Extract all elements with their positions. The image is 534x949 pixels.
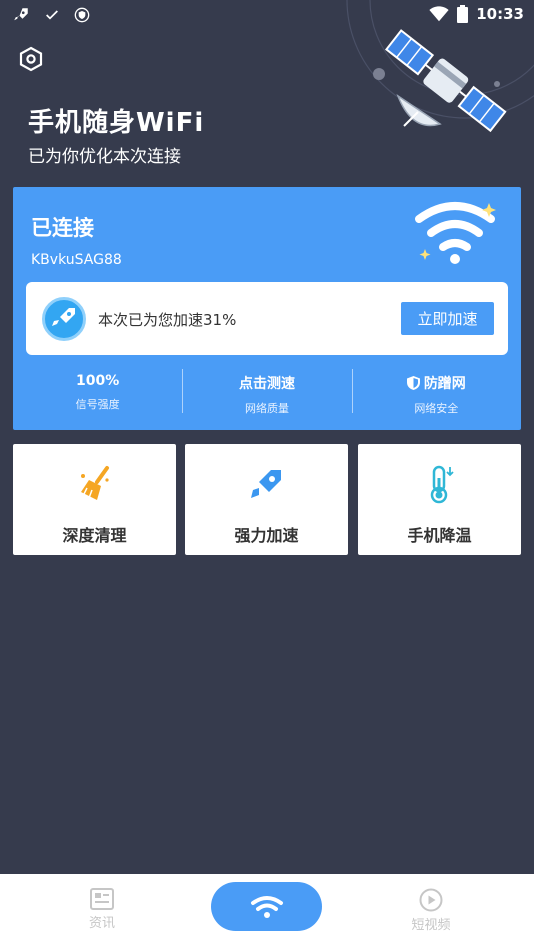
stat-speedtest-value[interactable]: 点击测速 — [182, 373, 351, 393]
satellite-illustration — [346, 0, 534, 133]
shield-icon — [406, 376, 420, 390]
stat-security-label: 网络安全 — [414, 402, 459, 415]
nav-short-video[interactable]: 短视频 — [401, 888, 461, 933]
tool-boost[interactable]: 强力加速 — [185, 444, 348, 555]
rocket-badge-icon — [42, 297, 86, 341]
nav-short-video-label: 短视频 — [411, 918, 451, 933]
tool-boost-label: 强力加速 — [234, 526, 299, 545]
stat-security-text: 防蹭网 — [423, 376, 466, 392]
wifi-sparkle-icon — [415, 202, 496, 264]
bottom-nav: 资讯 短视频 — [0, 874, 534, 949]
tools-row: 深度清理 强力加速 手机降温 — [13, 444, 521, 555]
nav-wifi[interactable] — [211, 882, 322, 931]
boost-now-button[interactable]: 立即加速 — [401, 302, 494, 335]
shield-status-icon — [74, 7, 90, 23]
tool-deep-clean[interactable]: 深度清理 — [13, 444, 176, 555]
play-icon — [419, 888, 443, 912]
stat-speedtest-label: 网络质量 — [244, 402, 289, 415]
status-notifications — [12, 6, 90, 24]
stat-signal-value: 100% — [76, 373, 120, 389]
wifi-icon — [250, 895, 283, 918]
thermometer-icon — [430, 465, 454, 504]
settings-hexagon-icon[interactable] — [18, 46, 44, 72]
rocket-icon — [251, 470, 281, 498]
stat-signal-label: 信号强度 — [75, 398, 120, 411]
nav-news[interactable]: 资讯 — [72, 888, 132, 931]
nav-news-label: 资讯 — [88, 916, 115, 931]
stats-row: 100% 信号强度 点击测速 网络质量 防蹭网 网络安全 — [13, 367, 521, 417]
broom-icon — [81, 466, 109, 500]
tool-deep-clean-label: 深度清理 — [62, 526, 127, 545]
app-title: 手机随身WiFi — [28, 108, 205, 138]
stat-security-value[interactable]: 防蹭网 — [352, 373, 521, 393]
connection-status: 已连接 — [31, 216, 94, 240]
stat-signal: 100% 信号强度 — [13, 367, 182, 417]
rocket-notification-icon — [14, 8, 28, 21]
app-subtitle: 已为你优化本次连接 — [28, 147, 181, 167]
news-icon — [90, 888, 114, 910]
stat-security[interactable]: 防蹭网 网络安全 — [351, 367, 521, 417]
connection-card: 已连接 KBvkuSAG88 本次已为您加速31% 立即加速 100% 信号强度… — [13, 187, 521, 430]
tool-cooling-label: 手机降温 — [407, 526, 472, 545]
check-icon — [46, 10, 58, 20]
stat-speedtest[interactable]: 点击测速 网络质量 — [182, 367, 351, 417]
boost-panel: 本次已为您加速31% 立即加速 — [26, 282, 508, 355]
boost-message: 本次已为您加速31% — [98, 311, 237, 329]
tool-cooling[interactable]: 手机降温 — [358, 444, 521, 555]
wifi-ssid: KBvkuSAG88 — [31, 252, 122, 268]
